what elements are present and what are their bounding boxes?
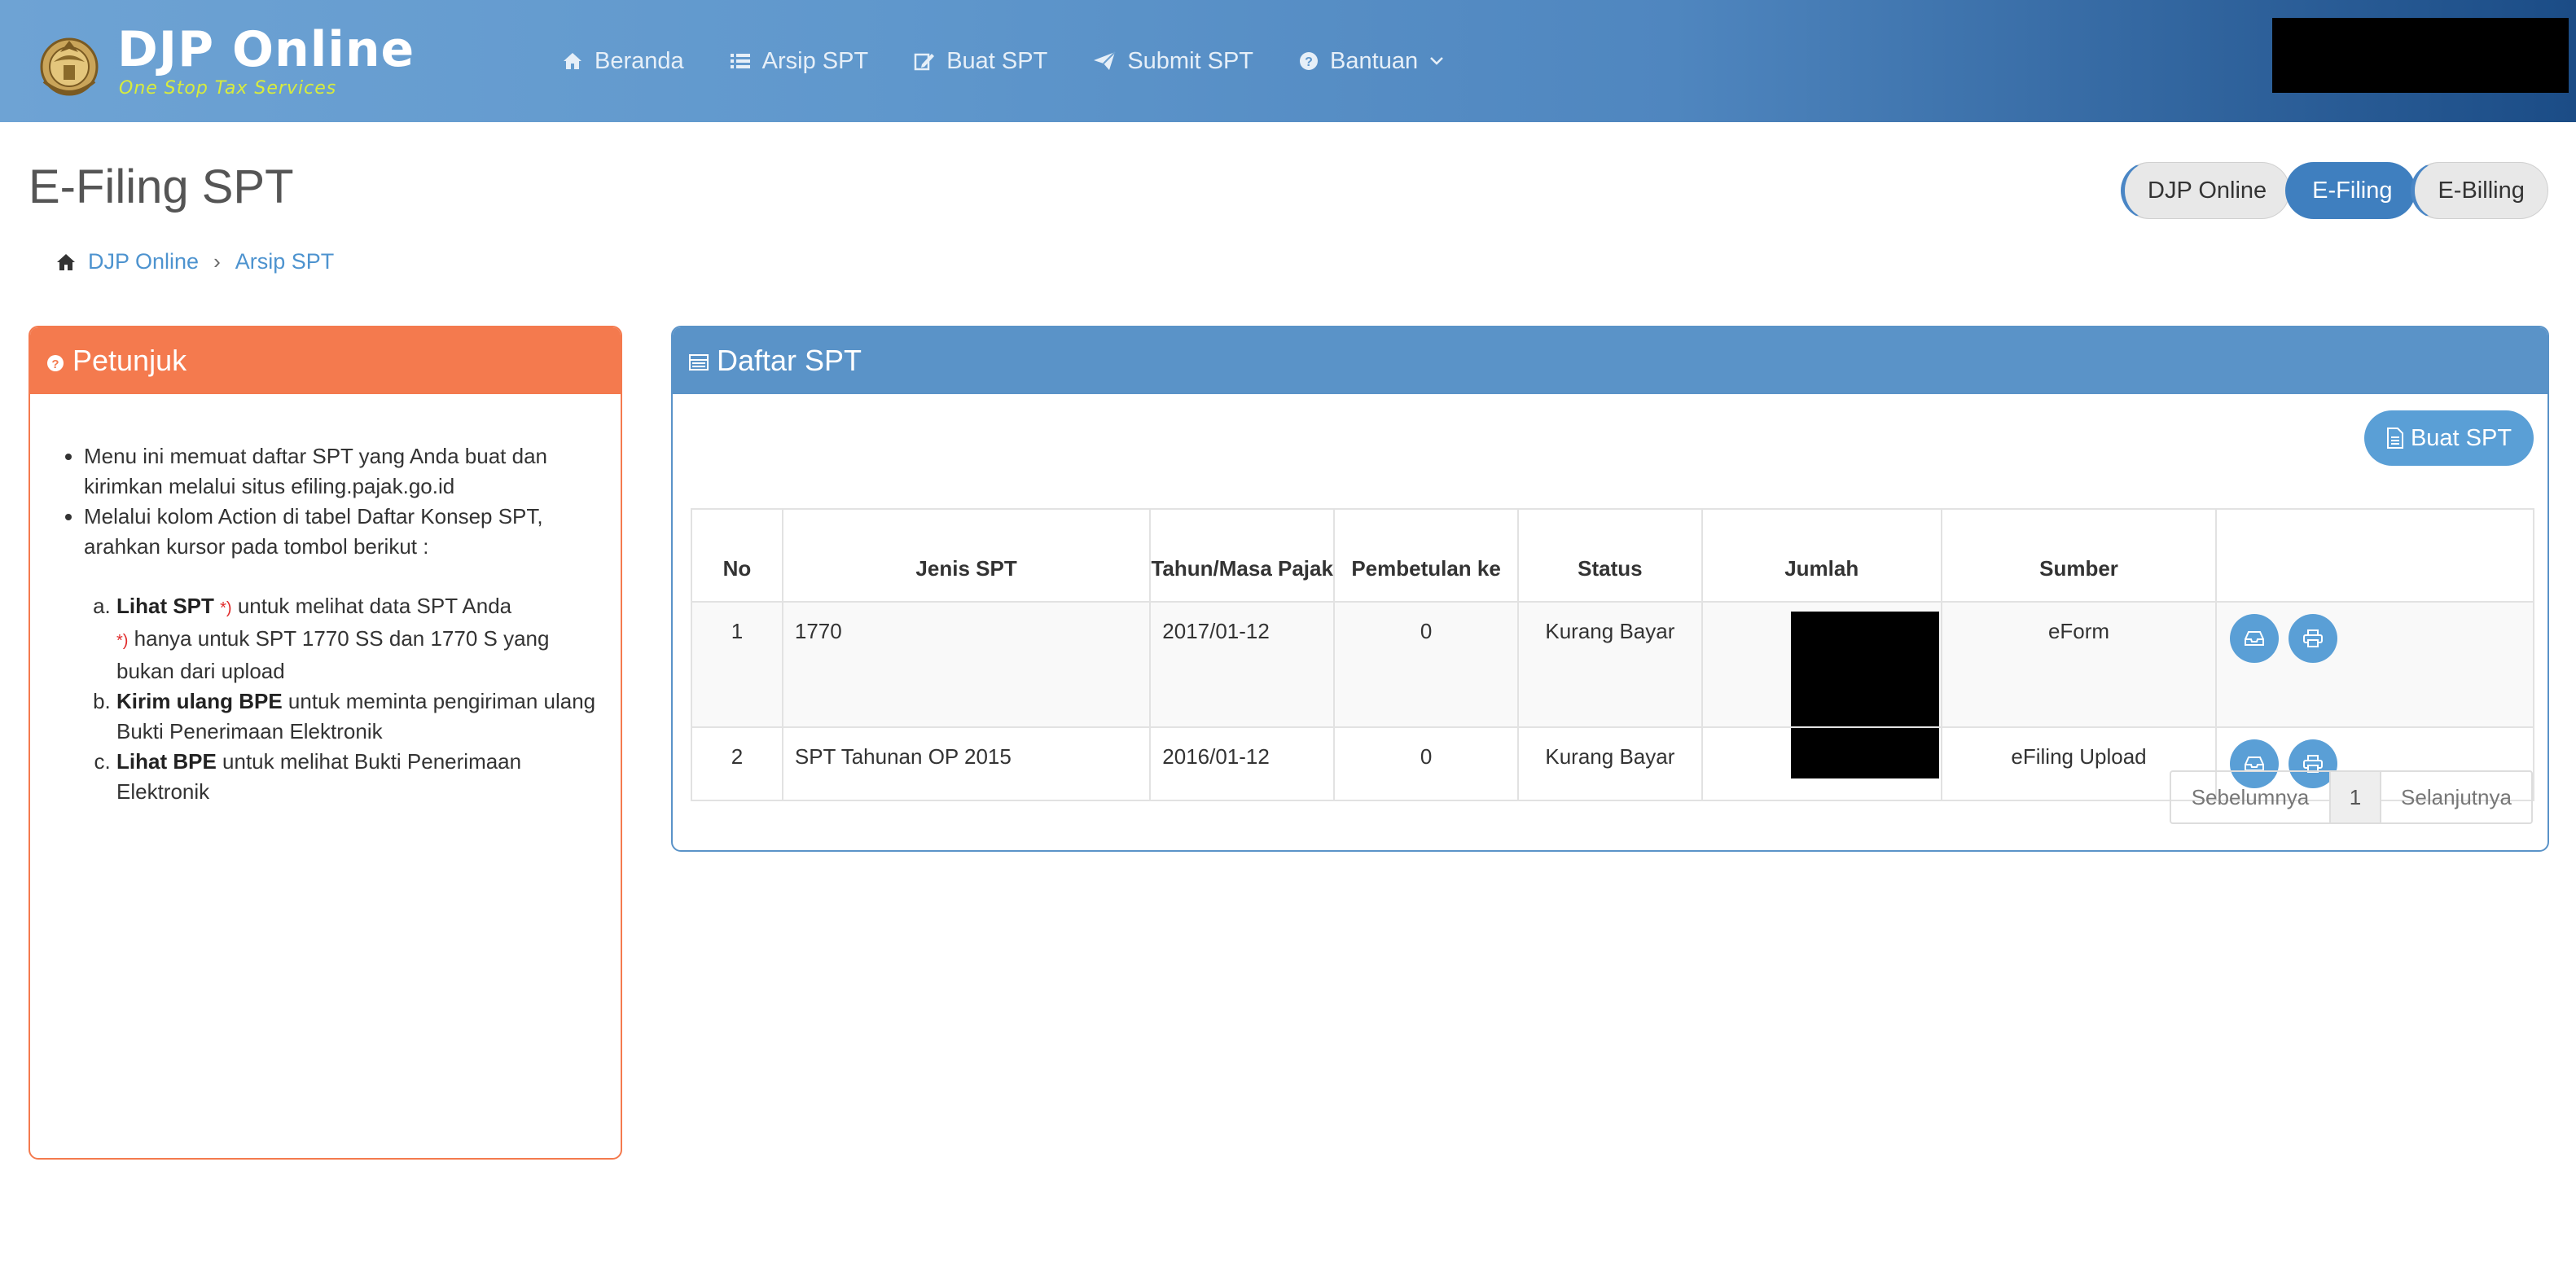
chevron-down-icon bbox=[1430, 57, 1443, 65]
switch-djp-online[interactable]: DJP Online bbox=[2121, 162, 2291, 219]
petunjuk-step-c: Lihat BPE untuk melihat Bukti Penerimaan… bbox=[116, 747, 596, 807]
nav-bantuan[interactable]: ? Bantuan bbox=[1299, 48, 1444, 75]
cell-pembetulan: 0 bbox=[1333, 726, 1519, 801]
file-text-icon bbox=[2386, 428, 2403, 449]
step-c-bold: Lihat BPE bbox=[116, 749, 217, 774]
nav-submit-spt-label: Submit SPT bbox=[1127, 47, 1254, 74]
table-row: 1 1770 2017/01-12 0 Kurang Bayar eForm bbox=[691, 601, 2534, 728]
col-no: No bbox=[691, 508, 783, 603]
page-title: E-Filing SPT bbox=[29, 160, 294, 213]
brand-subtitle: One Stop Tax Services bbox=[119, 78, 337, 99]
step-a-text: untuk melihat data SPT Anda bbox=[231, 594, 512, 618]
svg-text:?: ? bbox=[51, 357, 59, 371]
cell-pembetulan: 0 bbox=[1333, 601, 1519, 728]
col-jumlah: Jumlah bbox=[1701, 508, 1942, 603]
petunjuk-title: Petunjuk bbox=[72, 344, 187, 377]
nav-beranda[interactable]: Beranda bbox=[562, 48, 684, 75]
petunjuk-header: ? Petunjuk bbox=[30, 327, 621, 394]
petunjuk-body: Menu ini memuat daftar SPT yang Anda bua… bbox=[30, 394, 621, 807]
petunjuk-steps: Lihat SPT *) untuk melihat data SPT Anda… bbox=[84, 591, 596, 807]
nav-submit-spt[interactable]: Submit SPT bbox=[1093, 48, 1253, 75]
petunjuk-step-a: Lihat SPT *) untuk melihat data SPT Anda… bbox=[116, 591, 596, 686]
app-switcher: DJP Online E-Filing E-Billing bbox=[2121, 162, 2548, 219]
col-pembetulan: Pembetulan ke bbox=[1333, 508, 1519, 603]
nav-arsip-spt-label: Arsip SPT bbox=[761, 47, 869, 74]
main-nav: Beranda Arsip SPT Buat SPT Submit SPT ? … bbox=[562, 41, 1490, 81]
daftar-spt-header: Daftar SPT bbox=[673, 327, 2547, 394]
inbox-icon bbox=[2245, 631, 2265, 646]
breadcrumb-home-link[interactable]: DJP Online bbox=[88, 249, 199, 274]
lihat-bpe-button[interactable] bbox=[2289, 614, 2338, 663]
col-action bbox=[2215, 508, 2534, 603]
pagination-page-1[interactable]: 1 bbox=[2331, 772, 2381, 822]
cell-jumlah bbox=[1701, 601, 1942, 728]
daftar-spt-panel: Daftar SPT Buat SPT No Jenis SPT Tahun/M… bbox=[671, 326, 2549, 852]
list-icon bbox=[730, 54, 750, 68]
cell-jumlah bbox=[1701, 726, 1942, 801]
nav-bantuan-label: Bantuan bbox=[1330, 47, 1419, 74]
cell-status: Kurang Bayar bbox=[1517, 726, 1703, 801]
petunjuk-bullet-2-text: Melalui kolom Action di tabel Daftar Kon… bbox=[84, 504, 543, 559]
home-icon bbox=[564, 53, 581, 69]
spt-table: No Jenis SPT Tahun/Masa Pajak Pembetulan… bbox=[691, 508, 2534, 801]
col-status: Status bbox=[1517, 508, 1703, 603]
cell-status: Kurang Bayar bbox=[1517, 601, 1703, 728]
djp-logo[interactable] bbox=[36, 24, 103, 103]
user-menu-redacted[interactable] bbox=[2272, 18, 2569, 93]
switch-e-billing[interactable]: E-Billing bbox=[2411, 162, 2548, 219]
kirim-ulang-bpe-button[interactable] bbox=[2230, 614, 2280, 663]
top-navbar: DJP Online One Stop Tax Services Beranda… bbox=[0, 0, 2576, 122]
brand-title[interactable]: DJP Online bbox=[117, 21, 415, 78]
cell-no: 1 bbox=[691, 601, 783, 728]
pagination-next[interactable]: Selanjutnya bbox=[2381, 772, 2531, 822]
pagination-prev[interactable]: Sebelumnya bbox=[2171, 772, 2331, 822]
buat-spt-button[interactable]: Buat SPT bbox=[2364, 410, 2534, 466]
svg-text:?: ? bbox=[1305, 55, 1313, 69]
step-a-note-2: *) bbox=[116, 632, 129, 650]
edit-icon bbox=[914, 53, 935, 71]
petunjuk-list: Menu ini memuat daftar SPT yang Anda bua… bbox=[63, 441, 596, 807]
home-icon bbox=[57, 253, 75, 270]
col-sumber: Sumber bbox=[1940, 508, 2218, 603]
petunjuk-bullet-1: Menu ini memuat daftar SPT yang Anda bua… bbox=[84, 441, 596, 502]
cell-tahun: 2016/01-12 bbox=[1149, 726, 1336, 801]
breadcrumb: DJP Online › Arsip SPT bbox=[55, 249, 334, 274]
nav-arsip-spt[interactable]: Arsip SPT bbox=[730, 47, 869, 75]
print-icon bbox=[2303, 629, 2324, 647]
cell-jenis: SPT Tahunan OP 2015 bbox=[781, 726, 1152, 801]
cell-jenis: 1770 bbox=[781, 601, 1152, 728]
cell-sumber: eForm bbox=[1940, 601, 2218, 728]
question-circle-icon: ? bbox=[47, 355, 64, 371]
pagination: Sebelumnya 1 Selanjutnya bbox=[2170, 770, 2533, 824]
buat-spt-label: Buat SPT bbox=[2410, 424, 2512, 451]
breadcrumb-current-link[interactable]: Arsip SPT bbox=[235, 249, 335, 274]
step-a-note: *) bbox=[220, 599, 232, 617]
switch-e-filing[interactable]: E-Filing bbox=[2285, 162, 2416, 219]
step-a-text-2: hanya untuk SPT 1770 SS dan 1770 S yang … bbox=[116, 626, 550, 683]
col-tahun-masa-pajak: Tahun/Masa Pajak bbox=[1149, 508, 1336, 603]
breadcrumb-separator-icon: › bbox=[213, 249, 221, 274]
petunjuk-panel: ? Petunjuk Menu ini memuat daftar SPT ya… bbox=[29, 326, 622, 1160]
nav-buat-spt-label: Buat SPT bbox=[946, 47, 1048, 74]
nav-buat-spt[interactable]: Buat SPT bbox=[914, 48, 1047, 75]
cell-tahun: 2017/01-12 bbox=[1149, 601, 1336, 728]
petunjuk-step-b: Kirim ulang BPE untuk meminta pengiriman… bbox=[116, 686, 596, 747]
nav-beranda-label: Beranda bbox=[595, 47, 684, 74]
daftar-spt-title: Daftar SPT bbox=[717, 344, 862, 377]
table-list-icon bbox=[689, 354, 709, 371]
cell-action bbox=[2215, 601, 2534, 728]
paper-plane-icon bbox=[1094, 51, 1117, 70]
table-header-row: No Jenis SPT Tahun/Masa Pajak Pembetulan… bbox=[691, 508, 2534, 603]
jumlah-redacted bbox=[1790, 728, 1939, 778]
jumlah-redacted bbox=[1790, 612, 1939, 726]
inbox-icon bbox=[2245, 756, 2265, 771]
step-b-bold: Kirim ulang BPE bbox=[116, 689, 283, 713]
cell-no: 2 bbox=[691, 726, 783, 801]
step-a-bold: Lihat SPT bbox=[116, 594, 214, 618]
question-circle-icon: ? bbox=[1300, 52, 1319, 70]
col-jenis-spt: Jenis SPT bbox=[781, 508, 1152, 603]
petunjuk-bullet-2: Melalui kolom Action di tabel Daftar Kon… bbox=[84, 502, 596, 807]
